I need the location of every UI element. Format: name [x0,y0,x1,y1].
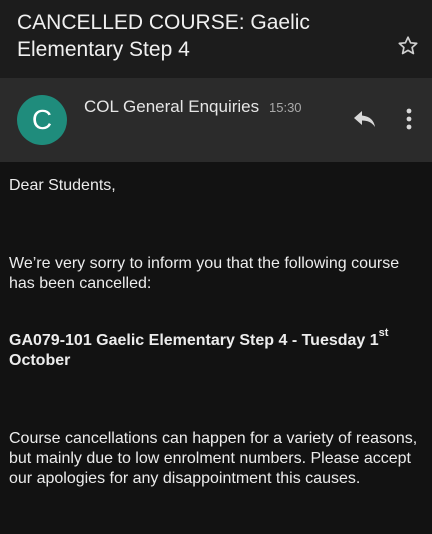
reply-icon[interactable] [352,108,378,130]
date-suffix: st [378,326,389,339]
avatar[interactable]: C [17,95,67,145]
intro-paragraph: We’re very sorry to inform you that the … [9,255,400,292]
sent-time: 15:30 [269,100,302,115]
more-options-icon[interactable] [398,107,420,131]
course-title: GA079-101 Gaelic Elementary Step 4 - Tue… [9,332,379,349]
star-icon[interactable] [396,34,420,58]
email-subject: CANCELLED COURSE: Gaelic Elementary Step… [17,11,310,61]
sender-bar: C COL General Enquiries 15:30 [0,78,432,162]
sender-name[interactable]: COL General Enquiries [84,97,259,117]
course-month: October [9,352,71,369]
cancellation-note: Course cancellations can happen for a va… [9,430,418,487]
greeting-text: Dear Students, [9,177,116,194]
email-header: CANCELLED COURSE: Gaelic Elementary Step… [0,0,432,78]
course-line: GA079-101 Gaelic Elementary Step 4 - Tue… [9,327,423,371]
